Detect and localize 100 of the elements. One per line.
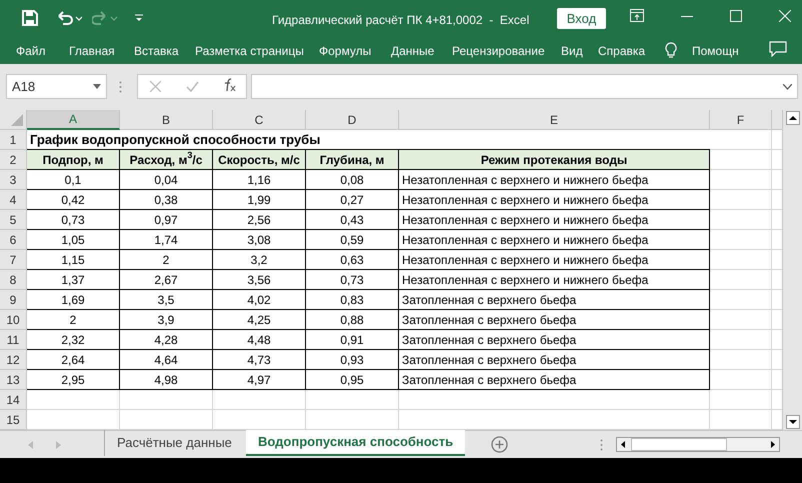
save-icon[interactable] (22, 10, 38, 26)
ribbon-tab[interactable]: Разметка страницы (195, 42, 304, 60)
table-cell: 0,43 (306, 210, 399, 230)
row-header[interactable]: 15 (0, 410, 27, 430)
expand-icon[interactable] (783, 84, 792, 90)
row-header[interactable]: 11 (0, 330, 27, 350)
table-cell: 1,99 (213, 190, 306, 210)
check-icon[interactable] (186, 81, 199, 92)
formula-input[interactable] (251, 74, 798, 99)
lightbulb-icon[interactable] (665, 42, 677, 58)
table-cell: 0,04 (120, 170, 213, 190)
column-header[interactable]: C (213, 110, 306, 130)
row-header[interactable]: 10 (0, 310, 27, 330)
maximize-icon[interactable] (730, 10, 742, 22)
row-header[interactable]: 2 (0, 150, 27, 170)
row-header[interactable]: 14 (0, 390, 27, 410)
table-cell: 1,15 (27, 250, 120, 270)
scroll-up-icon[interactable] (786, 111, 800, 125)
add-sheet-icon[interactable] (491, 436, 508, 453)
sheet-tab[interactable]: Расчётные данные (104, 430, 244, 456)
row-header[interactable]: 8 (0, 270, 27, 290)
close-icon[interactable] (779, 10, 791, 22)
ribbon-tab[interactable]: Главная (69, 42, 115, 60)
vertical-scrollbar[interactable] (782, 110, 802, 430)
row-header[interactable]: 1 (0, 130, 27, 150)
tell-me-field[interactable]: Помощн (692, 42, 739, 60)
ribbon-tab[interactable]: Формулы (319, 42, 372, 60)
table-cell: 3,5 (120, 290, 213, 310)
column-header[interactable]: A (27, 110, 120, 130)
column-header[interactable]: E (399, 110, 710, 130)
table-cell: Затопленная с верхнего бьефа (399, 370, 710, 390)
table-cell: Незатопленная с верхнего и нижнего бьефа (399, 170, 710, 190)
table-cell: 1,05 (27, 230, 120, 250)
comment-icon[interactable] (769, 41, 787, 57)
table-cell: 0,63 (306, 250, 399, 270)
table-cell: 0,1 (27, 170, 120, 190)
column-heading: Режим протекания воды (399, 150, 710, 170)
empty-cell (710, 190, 772, 210)
row-header[interactable]: 7 (0, 250, 27, 270)
customize-icon[interactable] (134, 13, 144, 23)
table-cell: Незатопленная с верхнего и нижнего бьефа (399, 230, 710, 250)
empty-cell (710, 390, 772, 410)
row-header[interactable]: 9 (0, 290, 27, 310)
table-cell: 2,67 (120, 270, 213, 290)
scrollbar-thumb[interactable] (631, 438, 727, 451)
column-header[interactable]: D (306, 110, 399, 130)
column-heading: Подпор, м (27, 150, 120, 170)
table-cell: 0,83 (306, 290, 399, 310)
table-cell: 3,2 (213, 250, 306, 270)
table-cell: 0,88 (306, 310, 399, 330)
empty-cell (710, 370, 772, 390)
undo-icon[interactable] (56, 10, 82, 26)
table-cell: 1,69 (27, 290, 120, 310)
login-button[interactable]: Вход (557, 8, 606, 29)
table-cell: 1,74 (120, 230, 213, 250)
ribbon-tab[interactable]: Данные (391, 42, 434, 60)
row-header[interactable]: 3 (0, 170, 27, 190)
table-cell: 3,56 (213, 270, 306, 290)
row-header[interactable]: 12 (0, 350, 27, 370)
row-header[interactable]: 5 (0, 210, 27, 230)
function-icon[interactable] (222, 78, 236, 92)
table-cell: Затопленная с верхнего бьефа (399, 290, 710, 310)
empty-cell (710, 270, 772, 290)
row-header[interactable]: 13 (0, 370, 27, 390)
table-cell: 3,08 (213, 230, 306, 250)
scroll-down-icon[interactable] (786, 415, 800, 429)
sheet-tab[interactable]: Водопропускная способность (246, 430, 466, 456)
table-cell: 4,64 (120, 350, 213, 370)
ribbon-tab[interactable]: Файл (16, 42, 46, 60)
table-cell: 2,95 (27, 370, 120, 390)
table-cell: 0,93 (306, 350, 399, 370)
empty-cell (710, 310, 772, 330)
ribbon-tab[interactable]: Рецензирование (452, 42, 545, 60)
column-header[interactable]: F (710, 110, 772, 130)
name-box[interactable]: A18 (6, 74, 107, 99)
table-cell: 4,73 (213, 350, 306, 370)
more-icon (119, 81, 122, 93)
table-cell: 3,9 (120, 310, 213, 330)
table-cell: 2,32 (27, 330, 120, 350)
table-cell: Затопленная с верхнего бьефа (399, 330, 710, 350)
empty-cell (710, 230, 772, 250)
horizontal-scrollbar[interactable] (616, 437, 780, 452)
ribbon-tab[interactable]: Вставка (134, 42, 179, 60)
dropdown-icon[interactable] (93, 84, 101, 89)
table-cell: 0,42 (27, 190, 120, 210)
table-cell: 2,64 (27, 350, 120, 370)
table-cell: 4,02 (213, 290, 306, 310)
table-cell: Затопленная с верхнего бьефа (399, 310, 710, 330)
row-header[interactable]: 4 (0, 190, 27, 210)
table-cell: 0,59 (306, 230, 399, 250)
table-cell: 0,91 (306, 330, 399, 350)
table-cell: 1,16 (213, 170, 306, 190)
row-header[interactable]: 6 (0, 230, 27, 250)
ribbon-tab[interactable]: Вид (561, 42, 583, 60)
ribbon-display-icon[interactable] (630, 9, 644, 22)
table-cell: Незатопленная с верхнего и нижнего бьефа (399, 250, 710, 270)
table-cell: 0,38 (120, 190, 213, 210)
ribbon-tab[interactable]: Справка (598, 42, 646, 60)
table-cell: 0,73 (306, 270, 399, 290)
column-header[interactable]: B (120, 110, 213, 130)
